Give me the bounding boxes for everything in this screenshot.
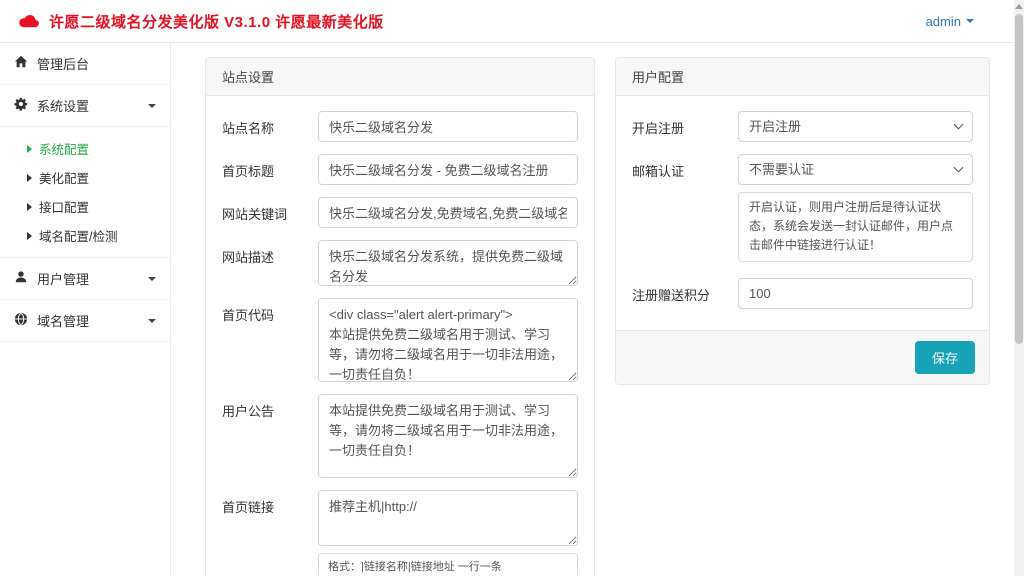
main-content: 站点设置 站点名称 首页标题 网站关键词 xyxy=(171,43,1024,576)
sidebar-item-user-management[interactable]: 用户管理 xyxy=(0,258,170,300)
sidebar-item-label: 系统设置 xyxy=(37,99,90,114)
site-settings-title: 站点设置 xyxy=(206,58,594,96)
email-verify-label: 邮箱认证 xyxy=(632,164,685,179)
description-label: 网站描述 xyxy=(222,250,275,265)
user-icon xyxy=(14,270,28,287)
home-code-label: 首页代码 xyxy=(222,308,275,323)
submenu-arrow-icon xyxy=(27,231,32,240)
chevron-down-icon xyxy=(966,19,974,23)
sidebar-item-label: 用户管理 xyxy=(37,272,90,287)
sidebar-item-domain-config[interactable]: 域名配置/检测 xyxy=(0,221,170,250)
user-config-panel: 用户配置 开启注册 开启注册 邮箱认证 不需要认证 开启认证，则用户注册后是待认… xyxy=(615,57,990,385)
page-title: 许愿二级域名分发美化版 V3.1.0 许愿最新美化版 xyxy=(49,13,384,31)
site-name-label: 站点名称 xyxy=(222,121,275,136)
sidebar-item-label: 域名管理 xyxy=(37,314,90,329)
user-config-footer: 保存 xyxy=(616,329,989,384)
submenu-item-label: 系统配置 xyxy=(39,143,90,157)
admin-dropdown[interactable]: admin xyxy=(926,14,974,29)
sidebar-item-api-config[interactable]: 接口配置 xyxy=(0,192,170,221)
email-verify-help: 开启认证，则用户注册后是待认证状态，系统会发送一封认证邮件，用户点击邮件中链接进… xyxy=(738,192,973,262)
email-verify-select[interactable]: 不需要认证 xyxy=(738,154,973,185)
home-code-textarea[interactable]: <div class="alert alert-primary"> 本站提供免费… xyxy=(318,298,578,382)
scrollbar-thumb[interactable] xyxy=(1015,14,1023,344)
sidebar-item-beautify-config[interactable]: 美化配置 xyxy=(0,163,170,192)
submenu-item-label: 美化配置 xyxy=(39,172,90,186)
sidebar-item-system-config[interactable]: 系统配置 xyxy=(0,134,170,163)
sidebar: 管理后台 系统设置 系统配置 美化配置 接口配置 域名配置/检测 用户管理 域名… xyxy=(0,43,171,576)
register-select[interactable]: 开启注册 xyxy=(738,111,973,142)
submenu-arrow-icon xyxy=(27,144,32,153)
register-points-label: 注册赠送积分 xyxy=(632,287,711,303)
sidebar-item-system-settings[interactable]: 系统设置 xyxy=(0,85,170,127)
register-points-input[interactable] xyxy=(738,277,973,309)
sidebar-item-domain-management[interactable]: 域名管理 xyxy=(0,300,170,342)
home-title-input[interactable] xyxy=(318,154,578,185)
keywords-label: 网站关键词 xyxy=(222,207,288,222)
system-settings-submenu: 系统配置 美化配置 接口配置 域名配置/检测 xyxy=(0,127,170,258)
sidebar-item-dashboard[interactable]: 管理后台 xyxy=(0,43,170,85)
home-title-label: 首页标题 xyxy=(222,164,275,179)
user-config-title: 用户配置 xyxy=(616,58,989,96)
submenu-item-label: 域名配置/检测 xyxy=(39,230,118,244)
home-links-help: 格式：|链接名称|链接地址 一行一条 xyxy=(318,553,578,576)
cloud-icon xyxy=(18,14,40,29)
scroll-up-arrow-icon xyxy=(1015,4,1023,9)
site-settings-panel: 站点设置 站点名称 首页标题 网站关键词 xyxy=(205,57,595,576)
caret-down-icon xyxy=(148,318,156,323)
submenu-arrow-icon xyxy=(27,202,32,211)
description-textarea[interactable]: 快乐二级域名分发系统，提供免费二级域名分发 xyxy=(318,240,578,286)
notice-label: 用户公告 xyxy=(222,404,275,419)
notice-textarea[interactable]: 本站提供免费二级域名用于测试、学习等，请勿将二级域名用于一切非法用途，一切责任自… xyxy=(318,394,578,478)
brand[interactable]: 许愿二级域名分发美化版 V3.1.0 许愿最新美化版 xyxy=(18,11,384,32)
admin-label: admin xyxy=(925,13,961,29)
caret-down-icon xyxy=(148,276,156,281)
site-name-input[interactable] xyxy=(318,111,578,142)
submenu-arrow-icon xyxy=(27,173,32,182)
home-links-textarea[interactable]: 推荐主机|http:// xyxy=(318,490,578,546)
home-links-label: 首页链接 xyxy=(222,500,275,515)
save-button[interactable]: 保存 xyxy=(914,340,975,374)
keywords-input[interactable] xyxy=(318,197,578,228)
page-scrollbar[interactable] xyxy=(1014,0,1024,576)
top-header: 许愿二级域名分发美化版 V3.1.0 许愿最新美化版 admin xyxy=(0,0,1024,43)
gear-icon xyxy=(14,97,28,114)
globe-icon xyxy=(14,312,28,329)
caret-down-icon xyxy=(148,103,156,108)
register-label: 开启注册 xyxy=(632,121,685,136)
home-icon xyxy=(14,55,28,72)
submenu-item-label: 接口配置 xyxy=(39,201,90,215)
sidebar-item-label: 管理后台 xyxy=(37,57,90,72)
